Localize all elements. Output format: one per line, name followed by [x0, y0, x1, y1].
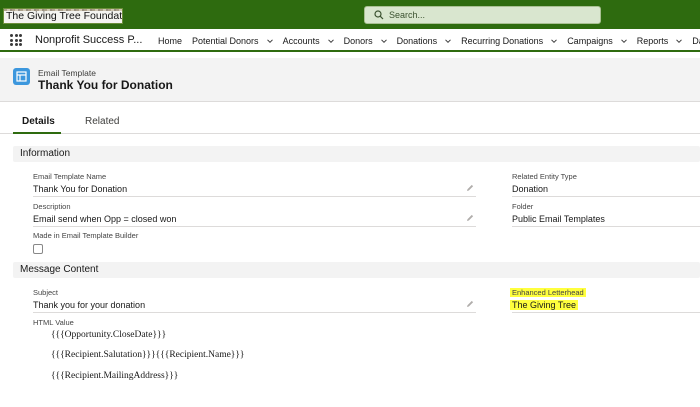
record-title: Thank You for Donation — [38, 78, 173, 92]
chevron-down-icon[interactable] — [676, 38, 683, 44]
nav-item-label: Dashb — [692, 35, 700, 46]
search-icon — [374, 10, 384, 20]
letterhead-value[interactable]: The Giving Tree — [510, 300, 579, 310]
nav-item-label: Home — [158, 35, 183, 46]
field-divider — [33, 196, 476, 197]
nav-item-label: Potential Donors — [192, 35, 259, 46]
global-header: The Giving Tree Foundation Search... — [0, 0, 700, 29]
chevron-down-icon[interactable] — [327, 38, 334, 44]
nav-item-potential-donors[interactable]: Potential Donors — [192, 29, 283, 52]
description-label: Description — [33, 202, 71, 211]
nav-item-label: Donors — [343, 35, 373, 46]
object-type-label: Email Template — [38, 68, 96, 78]
app-launcher-icon[interactable] — [10, 34, 22, 46]
field-divider — [512, 226, 700, 227]
active-tab-indicator — [13, 132, 61, 134]
nav-item-accounts[interactable]: Accounts — [283, 29, 344, 52]
nav-items: Home Potential Donors Accounts Donors Donati… — [158, 29, 700, 52]
section-message-content[interactable]: Message Content — [13, 262, 700, 278]
chevron-down-icon[interactable] — [380, 38, 387, 44]
org-logo[interactable]: The Giving Tree Foundation — [3, 8, 123, 24]
pencil-icon[interactable] — [466, 214, 474, 222]
nav-item-home[interactable]: Home — [158, 29, 192, 52]
chevron-down-icon[interactable] — [551, 38, 558, 44]
nav-item-donations[interactable]: Donations — [397, 29, 462, 52]
folder-value: Public Email Templates — [512, 214, 605, 224]
nav-item-reports[interactable]: Reports — [637, 29, 693, 52]
pencil-icon[interactable] — [466, 300, 474, 308]
field-divider — [512, 196, 700, 197]
nav-item-label: Accounts — [282, 35, 320, 46]
global-search-input[interactable]: Search... — [364, 6, 601, 24]
nav-item-label: Recurring Donations — [461, 35, 544, 46]
html-value-label: HTML Value — [33, 318, 74, 327]
nav-item-dashb[interactable]: Dashb — [692, 29, 700, 52]
section-title: Information — [20, 148, 71, 159]
nav-item-campaigns[interactable]: Campaigns — [567, 29, 637, 52]
template-name-value: Thank You for Donation — [33, 184, 128, 194]
pencil-icon[interactable] — [466, 184, 474, 192]
builder-checkbox[interactable] — [33, 244, 43, 254]
email-template-icon — [13, 68, 30, 85]
logo-text: The Giving Tree Foundation — [6, 10, 123, 22]
subject-label: Subject — [33, 288, 59, 297]
template-name-label: Email Template Name — [33, 172, 107, 181]
nav-item-recurring-donations[interactable]: Recurring Donations — [461, 29, 567, 52]
related-entity-label: Related Entity Type — [512, 172, 577, 181]
html-value-line: {{{Recipient.MailingAddress}}} — [51, 371, 179, 381]
tab-details[interactable]: Details — [22, 116, 55, 127]
subject-value: Thank you for your donation — [33, 300, 146, 310]
folder-label: Folder — [512, 202, 534, 211]
search-placeholder: Search... — [389, 10, 426, 20]
tab-related[interactable]: Related — [85, 116, 119, 127]
nav-item-label: Donations — [396, 35, 438, 46]
related-entity-value: Donation — [512, 184, 549, 194]
field-divider — [33, 226, 476, 227]
app-nav-bar: Nonprofit Success P... Home Potential Don… — [0, 29, 700, 52]
chevron-down-icon[interactable] — [620, 38, 627, 44]
section-title: Message Content — [20, 264, 99, 275]
html-value-line: {{{Recipient.Salutation}}}{{{Recipient.N… — [51, 350, 245, 360]
chevron-down-icon[interactable] — [445, 38, 451, 44]
field-divider — [512, 312, 700, 313]
letterhead-label: Enhanced Letterhead — [510, 288, 586, 297]
record-tabs: Details Related — [0, 108, 700, 134]
nav-item-label: Reports — [636, 35, 669, 46]
html-value-line: {{{Opportunity.CloseDate}}} — [51, 330, 167, 340]
record-header: Email Template Thank You for Donation — [0, 58, 700, 102]
field-divider — [33, 312, 476, 313]
builder-label: Made in Email Template Builder — [33, 231, 139, 240]
nav-item-donors[interactable]: Donors — [344, 29, 397, 52]
nav-item-label: Campaigns — [567, 35, 613, 46]
description-value: Email send when Opp = closed won — [33, 214, 177, 224]
section-information[interactable]: Information — [13, 146, 700, 162]
app-name: Nonprofit Success P... — [35, 34, 143, 46]
chevron-down-icon[interactable] — [266, 38, 273, 44]
